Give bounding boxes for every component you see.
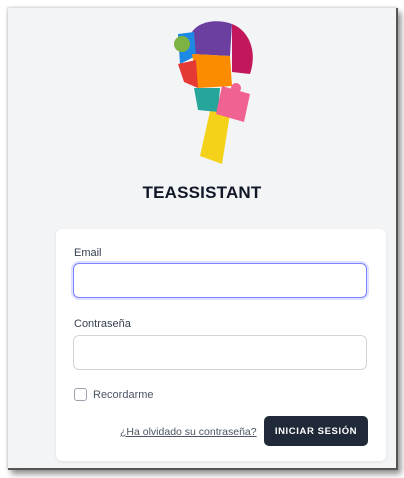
forgot-password-link[interactable]: ¿Ha olvidado su contraseña? (120, 426, 257, 438)
password-label: Contraseña (74, 318, 131, 330)
login-button[interactable]: INICIAR SESIÓN (264, 416, 368, 446)
puzzle-head-logo (174, 21, 253, 164)
remember-checkbox[interactable] (74, 388, 87, 401)
app-title: TEASSISTANT (142, 183, 262, 202)
remember-label: Recordarme (93, 388, 154, 401)
password-input[interactable] (73, 335, 367, 370)
email-input[interactable] (73, 263, 367, 298)
remember-me: Recordarme (74, 388, 154, 401)
login-card: Email Contraseña Recordarme ¿Ha olvidado… (56, 229, 386, 461)
email-label: Email (74, 247, 102, 259)
